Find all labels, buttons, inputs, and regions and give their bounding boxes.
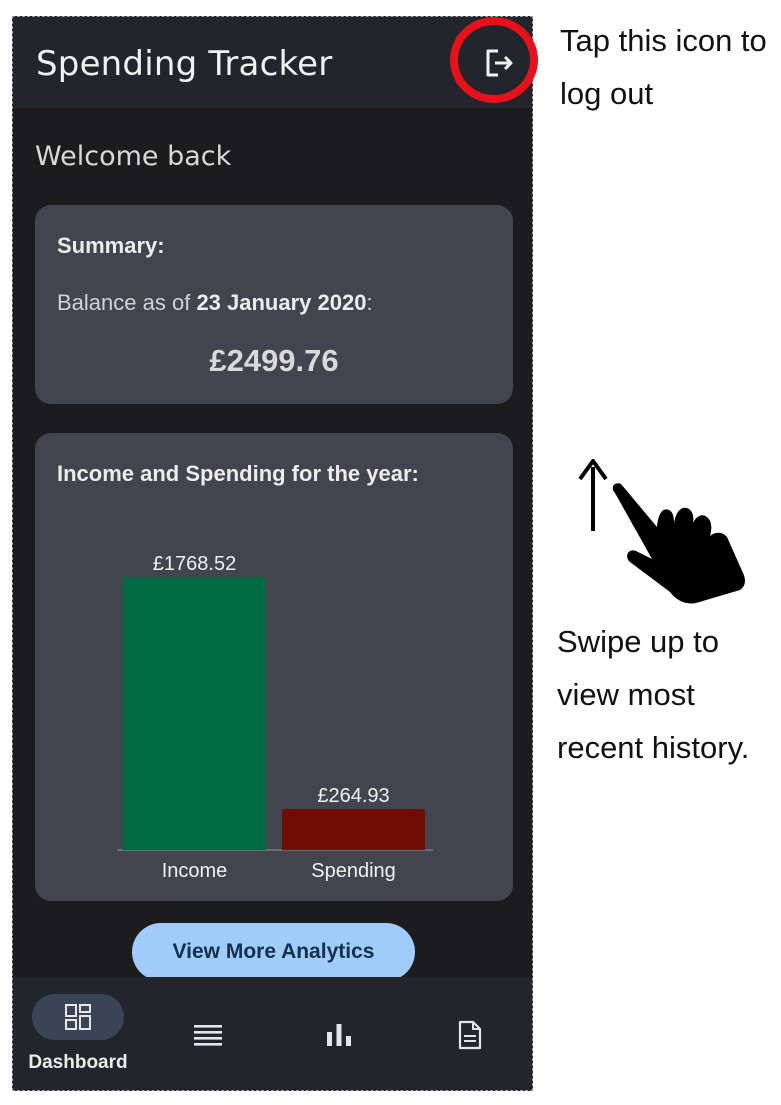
list-icon <box>194 1025 222 1046</box>
nav-item-analytics[interactable] <box>319 1017 359 1053</box>
app-title: Spending Tracker <box>36 44 333 84</box>
swipe-up-gesture-icon <box>578 459 745 604</box>
logout-highlight-circle <box>450 17 538 103</box>
income-spending-chart: £1768.52 Income £264.93 Spending <box>117 553 433 882</box>
nav-active-indicator <box>32 994 124 1040</box>
balance-amount: £2499.76 <box>209 343 339 378</box>
balance-prefix: Balance as of <box>57 290 197 315</box>
phone-screen: Spending Tracker Welcome back Summary: B… <box>12 16 533 1091</box>
summary-heading: Summary: <box>57 233 165 258</box>
income-spending-card: £1768.52 Income £264.93 Spending Income and… <box>35 433 513 901</box>
bottom-navigation: Dashboard <box>13 977 532 1090</box>
nav-label-dashboard: Dashboard <box>28 1052 128 1073</box>
logout-instruction: Tap this icon to log out <box>560 23 767 111</box>
bar-spending <box>282 809 425 850</box>
pointing-hand-icon <box>612 483 745 604</box>
balance-line: Balance as of 23 January 2020: <box>57 290 373 316</box>
balance-date: 23 January 2020 <box>196 290 367 315</box>
dashboard-grid-icon <box>65 1004 91 1030</box>
summary-card: Summary: Balance as of 23 January 2020: … <box>35 205 513 404</box>
nav-item-reports[interactable] <box>450 1017 490 1053</box>
swipe-instruction: Swipe up to view most recent history. <box>557 624 750 765</box>
nav-item-dashboard[interactable]: Dashboard <box>21 977 135 1090</box>
value-label-spending: £264.93 <box>317 785 389 807</box>
category-label-spending: Spending <box>311 860 396 882</box>
view-more-analytics-button[interactable]: View More Analytics <box>132 923 415 981</box>
document-icon <box>458 1020 482 1050</box>
bar-income <box>123 577 266 850</box>
up-arrow-icon <box>578 459 608 531</box>
bar-chart-icon <box>327 1024 351 1046</box>
category-label-income: Income <box>162 860 228 882</box>
value-label-income: £1768.52 <box>153 553 236 575</box>
balance-suffix: : <box>366 290 373 315</box>
welcome-text: Welcome back <box>35 141 232 172</box>
chart-heading: Income and Spending for the year: <box>57 461 419 486</box>
nav-item-list[interactable] <box>188 1017 228 1053</box>
